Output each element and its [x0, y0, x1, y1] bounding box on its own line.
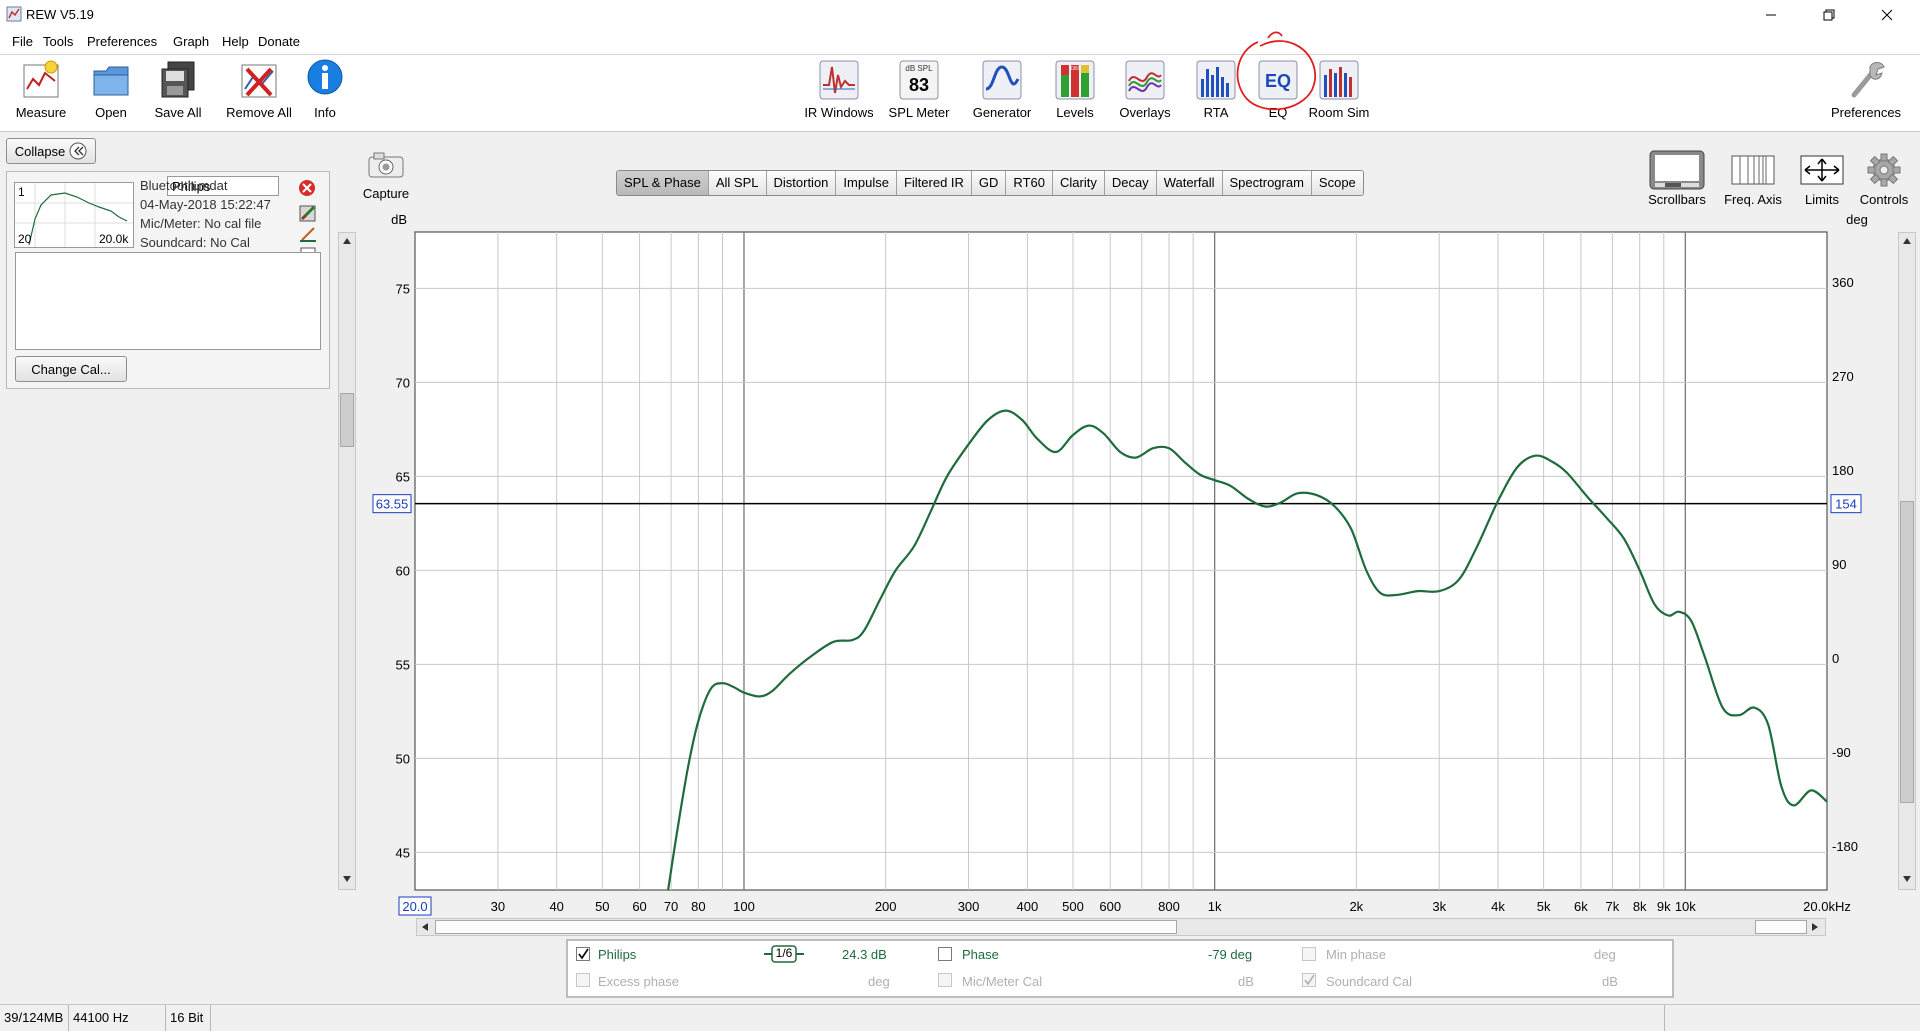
x-tick-label: 100 [733, 899, 755, 914]
x-tick-label: 30 [491, 899, 505, 914]
scroll-down-icon[interactable] [339, 871, 355, 887]
x-tick-label: 4k [1491, 899, 1505, 914]
horizontal-scrollbar[interactable] [416, 918, 1826, 936]
sample-rate: 44100 Hz [69, 1005, 166, 1031]
right-vertical-scrollbar[interactable] [1898, 232, 1916, 890]
min-phase-label: Min phase [1326, 947, 1386, 962]
y-tick-label: 65 [396, 469, 410, 484]
phase-label: Phase [962, 947, 999, 962]
mic-cal-unit: dB [1238, 974, 1254, 989]
y2-tick-label: 360 [1832, 275, 1854, 290]
check-icon [578, 948, 589, 960]
y2-tick-label: 180 [1832, 463, 1854, 478]
check-icon [1304, 974, 1315, 986]
scroll-right-icon[interactable] [1807, 919, 1823, 935]
y-tick-label: 60 [396, 563, 410, 578]
x-tick-label: 8k [1633, 899, 1647, 914]
excess-phase-checkbox[interactable] [576, 973, 590, 987]
x-tick-label: 3k [1432, 899, 1446, 914]
x-tick-label: 1k [1208, 899, 1222, 914]
smoothing-indicator[interactable]: 1/6 [764, 945, 804, 963]
y-tick-label: 45 [396, 845, 410, 860]
y2-tick-label: 270 [1832, 369, 1854, 384]
y2-tick-label: 0 [1832, 651, 1839, 666]
x-tick-label: 2k [1349, 899, 1363, 914]
left-scrollbar-thumb[interactable] [340, 393, 354, 447]
x-tick-label: 6k [1574, 899, 1588, 914]
x-start-label: 20.0 [402, 899, 427, 914]
x-tick-label: 20.0kHz [1803, 899, 1851, 914]
excess-phase-unit: deg [868, 974, 890, 989]
min-phase-unit: deg [1594, 947, 1616, 962]
mic-cal-checkbox[interactable] [938, 973, 952, 987]
min-phase-checkbox[interactable] [1302, 947, 1316, 961]
cursor-y-label: 63.55 [376, 497, 409, 512]
x-tick-label: 800 [1158, 899, 1180, 914]
x-tick-label: 600 [1099, 899, 1121, 914]
left-vertical-scrollbar[interactable] [338, 232, 356, 890]
y2-axis-unit: deg [1846, 212, 1868, 227]
trace-legend: Philips 1/6 24.3 dB Phase -79 deg Min ph… [566, 939, 1674, 998]
x-tick-label: 10k [1675, 899, 1696, 914]
scroll-left-icon[interactable] [417, 919, 433, 935]
y-tick-label: 50 [396, 751, 410, 766]
status-divider [1660, 1005, 1665, 1031]
spl-phase-chart[interactable]: 45 50 55 60 65 70 75 -180 -90 0 90 180 270 360 30 40 50 6… [0, 0, 1920, 1004]
x-tick-label: 500 [1062, 899, 1084, 914]
y2-tick-label: -90 [1832, 745, 1851, 760]
x-tick-label: 80 [691, 899, 705, 914]
x-tick-label: 50 [595, 899, 609, 914]
y-tick-label: 70 [396, 375, 410, 390]
mic-cal-label: Mic/Meter Cal [962, 974, 1043, 989]
x-tick-label: 40 [549, 899, 563, 914]
x-tick-label: 300 [958, 899, 980, 914]
horizontal-scrollbar-thumb[interactable] [435, 920, 1177, 934]
y2-tick-label: -180 [1832, 839, 1858, 854]
scroll-up-icon[interactable] [1899, 233, 1915, 249]
y-tick-label: 55 [396, 657, 410, 672]
cursor-y2-label: 154 [1835, 497, 1857, 512]
x-tick-label: 400 [1016, 899, 1038, 914]
memory-usage: 39/124MB [0, 1005, 69, 1031]
trace-name: Philips [598, 947, 637, 962]
x-tick-label: 70 [664, 899, 678, 914]
y-axis-unit: dB [391, 212, 407, 227]
scroll-down-icon[interactable] [1899, 871, 1915, 887]
y2-tick-label: 90 [1832, 557, 1846, 572]
x-tick-label: 60 [632, 899, 646, 914]
scroll-up-icon[interactable] [339, 233, 355, 249]
plot-area [414, 231, 1828, 891]
phase-value: -79 deg [1208, 947, 1253, 962]
y-tick-label: 75 [396, 281, 410, 296]
horizontal-scrollbar-thumb-end[interactable] [1755, 920, 1807, 934]
trace-value: 24.3 dB [842, 947, 887, 962]
x-tick-label: 9k [1657, 899, 1671, 914]
x-tick-label: 7k [1606, 899, 1620, 914]
x-tick-label: 5k [1537, 899, 1551, 914]
phase-checkbox[interactable] [938, 947, 952, 961]
soundcard-cal-label: Soundcard Cal [1326, 974, 1412, 989]
smoothing-value: 1/6 [775, 946, 793, 960]
status-bar: 39/124MB 44100 Hz 16 Bit [0, 1004, 1920, 1031]
right-scrollbar-thumb[interactable] [1900, 501, 1914, 803]
philips-checkbox[interactable] [576, 947, 590, 961]
soundcard-cal-checkbox[interactable] [1302, 973, 1316, 987]
excess-phase-label: Excess phase [598, 974, 679, 989]
x-tick-label: 200 [875, 899, 897, 914]
bit-depth: 16 Bit [166, 1005, 211, 1031]
soundcard-cal-unit: dB [1602, 974, 1618, 989]
